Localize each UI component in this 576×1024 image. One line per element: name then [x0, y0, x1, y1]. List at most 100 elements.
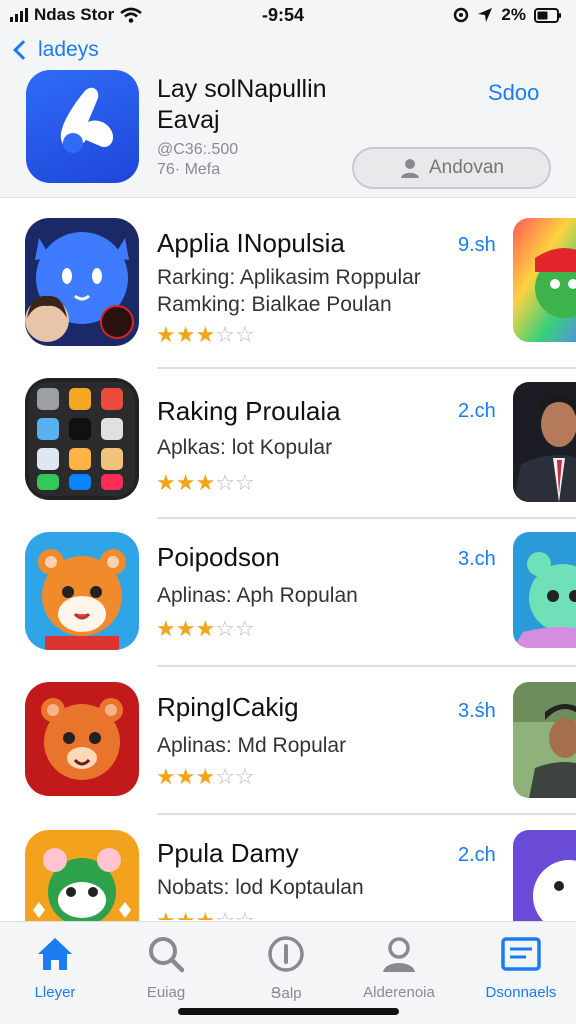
- hamster-illustration: [25, 532, 139, 650]
- divider: [157, 813, 576, 815]
- penguin-thumbnail: [513, 830, 576, 922]
- featured-app-glyph: [60, 87, 114, 153]
- divider: [157, 367, 576, 369]
- app-subtitle: Rarking: Aplikasim Roppular: [157, 266, 421, 289]
- back-button[interactable]: ladeys: [12, 38, 99, 62]
- house-icon: [38, 938, 72, 970]
- app-subtitle: Aplinas: Md Ropular: [157, 734, 347, 757]
- featured-app-meta-line2: 76· Mefa: [157, 161, 221, 178]
- star-rating: ★★★☆☆: [156, 616, 255, 642]
- featured-app-title: Lay solNapullin Eavaj: [157, 74, 397, 136]
- star-empty-icon: ☆: [215, 470, 235, 495]
- star-filled-icon: ★: [175, 616, 196, 641]
- tab-search[interactable]: Euiag: [111, 932, 221, 1001]
- blue-creature-illustration: [25, 218, 139, 346]
- app-subtitle: Ramking: Bialkae Poulan: [157, 293, 392, 316]
- phone-screen-illustration: [29, 382, 135, 496]
- star-empty-icon: ☆: [234, 470, 255, 495]
- battery-icon: [534, 7, 561, 23]
- card-icon: [501, 937, 541, 971]
- app-size-label[interactable]: 2.ch: [458, 400, 496, 423]
- app-title: RpingICakig: [157, 692, 299, 722]
- tab-updates[interactable]: Dsonnaels: [466, 932, 576, 1001]
- frog-illustration: [25, 830, 139, 922]
- star-empty-icon: ☆: [215, 322, 235, 347]
- status-time: -9:54: [262, 5, 305, 25]
- carrier-name: Ndas Stor: [34, 5, 115, 24]
- app-size-label[interactable]: 3.ch: [458, 548, 496, 571]
- app-title: Raking Proulaia: [157, 396, 341, 426]
- featured-app-icon[interactable]: [26, 70, 139, 183]
- signal-icon: [10, 8, 28, 22]
- app-size-label[interactable]: 9.sh: [458, 234, 496, 257]
- list-item[interactable]: Raking Proulaia Aplkas: lot Kopular ★★★☆…: [0, 378, 576, 528]
- app-icon-hamster[interactable]: [25, 532, 139, 650]
- home-indicator: [178, 1008, 399, 1015]
- preview-thumbnail[interactable]: [513, 532, 576, 648]
- preview-thumbnail[interactable]: [513, 382, 576, 502]
- app-title: Poipodson: [157, 542, 280, 572]
- star-filled-icon: ★: [156, 764, 176, 789]
- star-filled-icon: ★: [195, 470, 216, 495]
- teal-bear-thumbnail: [513, 532, 576, 648]
- back-label: ladeys: [38, 38, 99, 61]
- star-rating: ★★★☆☆: [156, 908, 255, 920]
- star-filled-icon: ★: [175, 322, 196, 347]
- star-empty-icon: ☆: [235, 908, 255, 920]
- bear-illustration: [25, 682, 139, 796]
- app-icon-bear[interactable]: [25, 682, 139, 796]
- divider: [157, 517, 576, 519]
- tab-label: Ցalp: [270, 985, 302, 1002]
- list-item[interactable]: Poipodson Aplinas: Aph Ropulan ★★★☆☆ 3.c…: [0, 532, 576, 682]
- star-empty-icon: ☆: [215, 908, 235, 920]
- header: ladeys Lay solNapullin Eavaj @C36:.500 7…: [0, 30, 576, 198]
- status-bar: Ndas Stor -9:54 2%: [0, 0, 576, 30]
- header-link[interactable]: Sdoo: [488, 80, 539, 106]
- app-icon-blue-creature[interactable]: [25, 218, 139, 346]
- star-filled-icon: ★: [176, 908, 196, 920]
- preview-thumbnail[interactable]: [513, 682, 576, 798]
- featured-app-meta: @C36:.500 76· Mefa: [157, 140, 238, 180]
- tab-account[interactable]: Alderenoia: [344, 932, 454, 1001]
- list-item[interactable]: Applia INopulsia Rarking: Aplikasim Ropp…: [0, 218, 576, 368]
- person-icon: [383, 937, 415, 972]
- star-empty-icon: ☆: [215, 764, 235, 789]
- tab-label: Dsonnaels: [485, 984, 557, 1001]
- star-filled-icon: ★: [195, 322, 216, 347]
- tab-label: Euiag: [146, 984, 186, 1001]
- star-filled-icon: ★: [175, 764, 196, 789]
- status-left: Ndas Stor: [10, 5, 143, 25]
- star-empty-icon: ☆: [234, 764, 255, 789]
- tab-home[interactable]: Lleyer: [0, 932, 110, 1001]
- tab-info[interactable]: Ցalp: [231, 932, 341, 1002]
- list-item[interactable]: RpingICakig Aplinas: Md Ropular ★★★☆☆ 3.…: [0, 682, 576, 832]
- featured-app-title-line2: Eavaj: [157, 106, 220, 134]
- location-arrow-icon: [478, 8, 493, 22]
- app-icon-phone-screen[interactable]: [25, 378, 139, 500]
- star-filled-icon: ★: [156, 322, 176, 347]
- app-subtitle: Aplkas: lot Kopular: [157, 436, 333, 459]
- star-empty-icon: ☆: [215, 616, 235, 641]
- app-title: Applia INopulsia: [157, 228, 345, 258]
- battery-percent: 2%: [501, 5, 526, 24]
- search-icon: [149, 937, 185, 973]
- featured-app-title-line1: Lay solNapullin: [157, 75, 327, 103]
- preview-thumbnail[interactable]: [513, 218, 576, 342]
- man-in-suit-thumbnail: [513, 382, 576, 502]
- star-filled-icon: ★: [195, 616, 216, 641]
- star-filled-icon: ★: [195, 908, 215, 920]
- app-size-label[interactable]: 3.śh: [458, 700, 496, 723]
- app-icon-frog[interactable]: [25, 830, 139, 922]
- star-filled-icon: ★: [195, 764, 216, 789]
- app-subtitle: Nobats: lod Koptaulan: [157, 876, 364, 899]
- status-right: 2%: [453, 5, 562, 25]
- app-size-label[interactable]: 2.ch: [458, 844, 496, 867]
- alarm-icon: [454, 7, 469, 23]
- action-button[interactable]: Andovan: [352, 147, 551, 189]
- star-empty-icon: ☆: [234, 616, 255, 641]
- circle-i-icon: [268, 936, 304, 972]
- star-empty-icon: ☆: [234, 322, 255, 347]
- star-filled-icon: ★: [156, 908, 176, 920]
- featured-app-meta-line1: @C36:.500: [157, 141, 239, 158]
- preview-thumbnail[interactable]: [513, 830, 576, 922]
